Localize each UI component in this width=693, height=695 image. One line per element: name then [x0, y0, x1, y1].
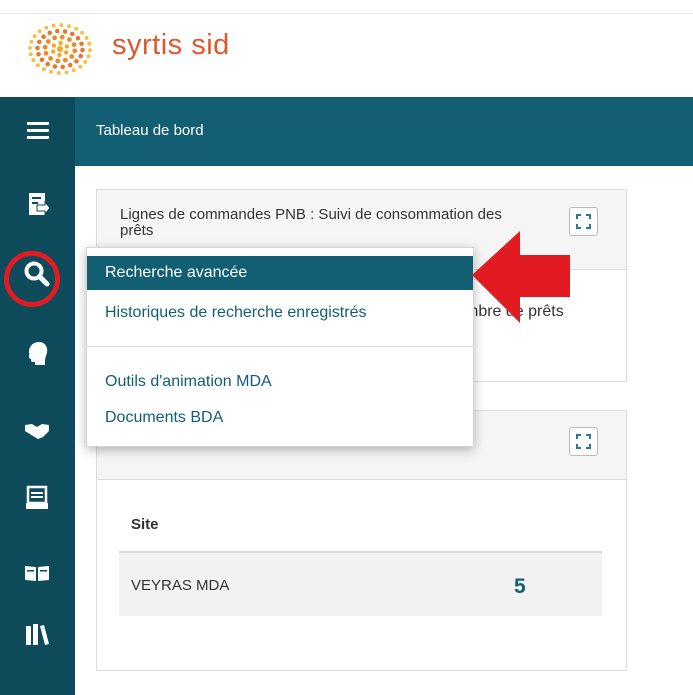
search-highlight-circle	[4, 251, 60, 307]
hamburger-icon	[27, 136, 49, 139]
sidebar	[0, 166, 75, 695]
hamburger-icon	[27, 122, 49, 125]
menu-item-bda-documents[interactable]: Documents BDA	[87, 401, 473, 435]
page-title: Tableau de bord	[96, 122, 204, 139]
red-arrow-annotation	[472, 231, 570, 323]
hamburger-icon	[27, 129, 49, 132]
search-dropdown-menu: Recherche avancée Historiques de recherc…	[86, 247, 474, 447]
expand-button[interactable]	[569, 427, 598, 456]
card-title: Lignes de commandes PNB : Suivi de conso…	[120, 206, 502, 239]
site-name-cell: VEYRAS MDA	[131, 577, 230, 594]
hamburger-menu-button[interactable]	[0, 97, 75, 166]
menu-item-search-history[interactable]: Historiques de recherche enregistrés	[87, 296, 473, 330]
menu-item-mda-tools[interactable]: Outils d'animation MDA	[87, 365, 473, 399]
table-header-site: Site	[131, 516, 159, 533]
top-divider	[0, 13, 693, 14]
site-count-cell: 5	[514, 575, 526, 598]
open-book-icon[interactable]	[23, 559, 51, 587]
drawer-icon[interactable]	[23, 484, 51, 512]
expand-icon	[576, 214, 591, 229]
top-bar: Tableau de bord	[0, 97, 693, 166]
expand-icon	[576, 434, 591, 449]
site-card	[96, 410, 627, 671]
brand-name: syrtis sid	[112, 29, 230, 61]
dashboard-icon[interactable]	[23, 190, 51, 218]
syrtis-logo	[28, 23, 92, 75]
menu-item-advanced-search[interactable]: Recherche avancée	[87, 256, 473, 290]
head-icon[interactable]	[23, 339, 51, 367]
books-icon[interactable]	[23, 621, 51, 649]
menu-divider	[87, 346, 473, 347]
handshake-icon[interactable]	[23, 416, 51, 444]
